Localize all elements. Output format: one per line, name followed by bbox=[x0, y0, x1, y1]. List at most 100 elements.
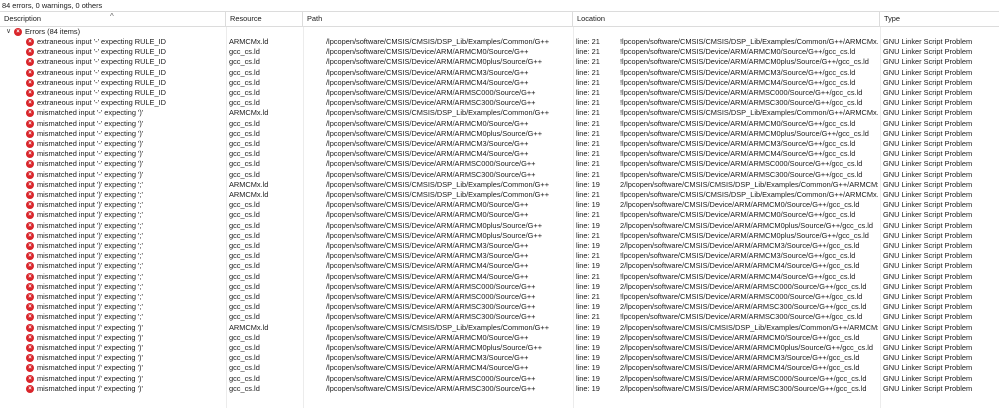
problem-line: line: 19 bbox=[576, 343, 600, 352]
problem-type: GNU Linker Script Problem bbox=[883, 322, 973, 332]
problem-row[interactable]: × mismatched input '-' expecting ')' gcc_c… bbox=[0, 170, 999, 180]
problem-row[interactable]: × mismatched input '-' expecting ')' gcc_c… bbox=[0, 139, 999, 149]
column-header-type[interactable]: Type bbox=[880, 12, 999, 26]
problem-description: mismatched input ')' expecting ';' bbox=[37, 302, 143, 312]
problem-row[interactable]: × mismatched input '/' expecting ')' gcc_c… bbox=[0, 353, 999, 363]
problem-line: line: 19 bbox=[576, 363, 600, 373]
problem-row[interactable]: × mismatched input '/' expecting ')' gcc_c… bbox=[0, 363, 999, 373]
problem-description: mismatched input ')' expecting ';' bbox=[37, 292, 143, 301]
error-icon: × bbox=[26, 140, 34, 148]
error-group-label: Errors (84 items) bbox=[25, 27, 81, 36]
problem-location: 2/lpcopen/software/CMSIS/Device/ARM/ARMC… bbox=[620, 220, 874, 230]
problem-location: 2/lpcopen/software/CMSIS/Device/ARM/ARMS… bbox=[620, 373, 867, 383]
problem-row[interactable]: × mismatched input ')' expecting ';' gcc_c… bbox=[0, 261, 999, 271]
problem-resource: gcc_cs.ld bbox=[229, 57, 260, 67]
problem-location: !lpcopen/software/CMSIS/Device/ARM/ARMSC… bbox=[620, 292, 863, 301]
problem-location: !lpcopen/software/CMSIS/Device/ARM/ARMSC… bbox=[620, 312, 863, 322]
error-group-row[interactable]: ∨ × Errors (84 items) bbox=[0, 27, 999, 37]
problem-row[interactable]: × mismatched input '-' expecting ')' gcc_c… bbox=[0, 119, 999, 129]
problem-row[interactable]: × mismatched input ')' expecting ';' gcc_c… bbox=[0, 210, 999, 220]
problem-location: 2/lpcopen/software/CMSIS/Device/ARM/ARMS… bbox=[620, 281, 867, 291]
problem-row[interactable]: × extraneous input '-' expecting RULE_ID g… bbox=[0, 98, 999, 108]
problem-row[interactable]: × mismatched input '/' expecting ')' ARMCM… bbox=[0, 323, 999, 333]
problem-row[interactable]: × mismatched input '-' expecting ')' gcc_c… bbox=[0, 149, 999, 159]
problem-path: /lpcopen/software/CMSIS/Device/ARM/ARMCM… bbox=[326, 77, 529, 87]
problem-path: /lpcopen/software/CMSIS/Device/ARM/ARMSC… bbox=[326, 281, 536, 291]
problem-row[interactable]: × mismatched input ')' expecting ';' gcc_c… bbox=[0, 292, 999, 302]
problem-row[interactable]: × extraneous input '-' expecting RULE_ID g… bbox=[0, 88, 999, 98]
problem-row[interactable]: × mismatched input '-' expecting ')' ARMCM… bbox=[0, 108, 999, 118]
problem-location: !lpcopen/software/CMSIS/Device/ARM/ARMCM… bbox=[620, 118, 856, 128]
problem-row[interactable]: × mismatched input '-' expecting ')' gcc_c… bbox=[0, 159, 999, 169]
problem-location: 2/lpcopen/software/CMSIS/Device/ARM/ARMC… bbox=[620, 332, 860, 342]
problem-line: line: 21 bbox=[576, 159, 600, 169]
problem-description: mismatched input '-' expecting ')' bbox=[37, 139, 144, 148]
column-header-location[interactable]: Location bbox=[573, 12, 880, 26]
problem-type: GNU Linker Script Problem bbox=[883, 98, 973, 108]
problem-description: extraneous input '-' expecting RULE_ID bbox=[37, 88, 166, 97]
problem-path: /lpcopen/software/CMSIS/Device/ARM/ARMCM… bbox=[326, 149, 529, 159]
problem-line: line: 21 bbox=[576, 230, 600, 240]
problem-row[interactable]: × mismatched input ')' expecting ';' gcc_c… bbox=[0, 251, 999, 261]
problem-line: line: 21 bbox=[576, 47, 600, 57]
problem-row[interactable]: × mismatched input '/' expecting ')' gcc_c… bbox=[0, 374, 999, 384]
problem-type: GNU Linker Script Problem bbox=[883, 118, 973, 128]
error-icon: × bbox=[26, 344, 34, 352]
problem-description: mismatched input '-' expecting ')' bbox=[37, 169, 144, 179]
problem-resource: gcc_cs.ld bbox=[229, 200, 260, 210]
problem-location: !lpcopen/software/CMSIS/Device/ARM/ARMCM… bbox=[620, 251, 856, 261]
problem-resource: gcc_cs.ld bbox=[229, 343, 260, 352]
problem-line: line: 21 bbox=[576, 77, 600, 87]
problem-row[interactable]: × mismatched input ')' expecting ';' gcc_c… bbox=[0, 272, 999, 282]
problem-type: GNU Linker Script Problem bbox=[883, 373, 973, 383]
problem-resource: gcc_cs.ld bbox=[229, 149, 260, 159]
problem-path: /lpcopen/software/CMSIS/CMSIS/DSP_Lib/Ex… bbox=[326, 322, 550, 332]
problem-row[interactable]: × mismatched input '/' expecting ')' gcc_c… bbox=[0, 343, 999, 353]
problem-row[interactable]: × mismatched input '-' expecting ')' gcc_c… bbox=[0, 129, 999, 139]
problem-row[interactable]: × extraneous input '-' expecting RULE_ID g… bbox=[0, 57, 999, 67]
problem-description: mismatched input '/' expecting ')' bbox=[37, 353, 143, 363]
problem-row[interactable]: × mismatched input ')' expecting ';' gcc_c… bbox=[0, 302, 999, 312]
problem-path: /lpcopen/software/CMSIS/Device/ARM/ARMCM… bbox=[326, 57, 543, 67]
problem-row[interactable]: × mismatched input ')' expecting ';' ARMCM… bbox=[0, 180, 999, 190]
problem-line: line: 21 bbox=[576, 251, 600, 261]
problem-row[interactable]: × mismatched input '/' expecting ')' gcc_c… bbox=[0, 384, 999, 394]
problem-location: !lpcopen/software/CMSIS/Device/ARM/ARMCM… bbox=[620, 230, 869, 240]
problem-row[interactable]: × mismatched input ')' expecting ';' gcc_c… bbox=[0, 312, 999, 322]
problem-description: mismatched input '/' expecting ')' bbox=[37, 332, 143, 342]
problem-row[interactable]: × mismatched input ')' expecting ';' gcc_c… bbox=[0, 282, 999, 292]
column-header-resource[interactable]: Resource bbox=[226, 12, 303, 26]
problem-row[interactable]: × mismatched input ')' expecting ';' gcc_c… bbox=[0, 221, 999, 231]
problem-description: mismatched input '/' expecting ')' bbox=[37, 363, 143, 373]
problem-row[interactable]: × extraneous input '-' expecting RULE_ID g… bbox=[0, 68, 999, 78]
problem-line: line: 21 bbox=[576, 67, 600, 77]
problem-location: !lpcopen/software/CMSIS/Device/ARM/ARMCM… bbox=[620, 271, 856, 281]
error-icon: × bbox=[26, 272, 34, 281]
problem-resource: gcc_cs.ld bbox=[229, 292, 260, 301]
problem-line: line: 19 bbox=[576, 241, 600, 250]
column-header-path[interactable]: Path bbox=[303, 12, 573, 26]
error-icon: × bbox=[26, 48, 34, 57]
problem-description: mismatched input ')' expecting ';' bbox=[37, 200, 143, 210]
error-icon: × bbox=[26, 201, 34, 210]
problem-row[interactable]: × mismatched input '/' expecting ')' gcc_c… bbox=[0, 333, 999, 343]
problem-row[interactable]: × extraneous input '-' expecting RULE_ID g… bbox=[0, 47, 999, 57]
problem-row[interactable]: × extraneous input '-' expecting RULE_ID A… bbox=[0, 37, 999, 47]
problem-row[interactable]: × extraneous input '-' expecting RULE_ID g… bbox=[0, 78, 999, 88]
column-type-label: Type bbox=[884, 14, 901, 23]
problem-location: 2/lpcopen/software/CMSIS/CMSIS/DSP_Lib/E… bbox=[620, 179, 878, 189]
problem-row[interactable]: × mismatched input ')' expecting ';' ARMCM… bbox=[0, 190, 999, 200]
column-header-description[interactable]: Description ^ bbox=[0, 12, 226, 26]
problem-line: line: 19 bbox=[576, 281, 600, 291]
problem-line: line: 21 bbox=[576, 271, 600, 281]
problem-path: /lpcopen/software/CMSIS/Device/ARM/ARMCM… bbox=[326, 200, 529, 210]
collapse-chevron-icon[interactable]: ∨ bbox=[6, 27, 11, 37]
problem-line: line: 19 bbox=[576, 322, 600, 332]
problem-row[interactable]: × mismatched input ')' expecting ';' gcc_c… bbox=[0, 200, 999, 210]
problem-line: line: 21 bbox=[576, 88, 600, 97]
problem-type: GNU Linker Script Problem bbox=[883, 179, 973, 189]
problem-resource: gcc_cs.ld bbox=[229, 281, 260, 291]
problem-type: GNU Linker Script Problem bbox=[883, 88, 973, 97]
problem-row[interactable]: × mismatched input ')' expecting ';' gcc_c… bbox=[0, 231, 999, 241]
problem-row[interactable]: × mismatched input ')' expecting ';' gcc_c… bbox=[0, 241, 999, 251]
